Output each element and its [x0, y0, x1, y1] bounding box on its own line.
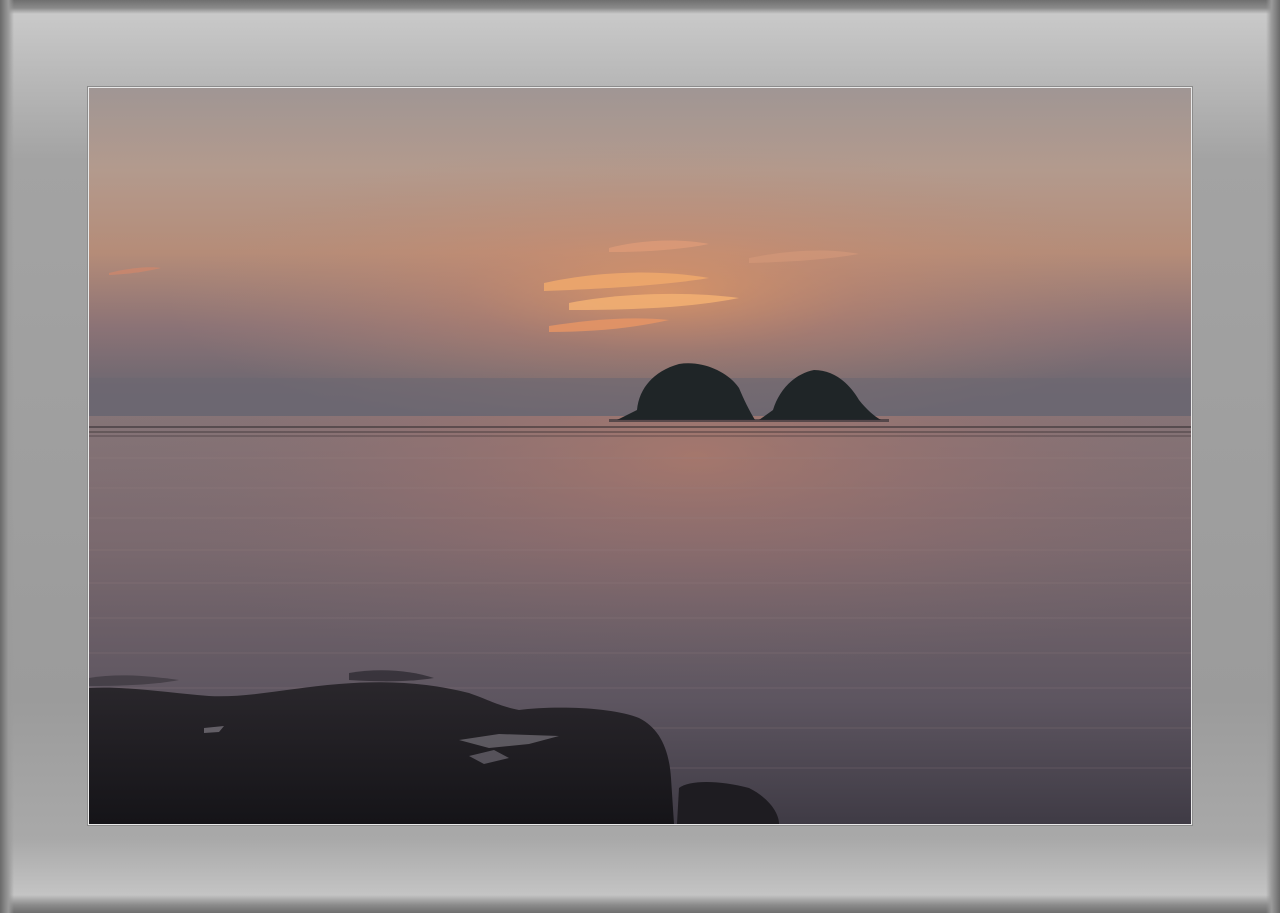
sunset-glow — [89, 88, 1191, 418]
islet-base-reflection — [609, 419, 889, 422]
photo-frame — [0, 0, 1280, 913]
frame-left-edge — [0, 0, 14, 913]
float-rows — [89, 426, 1191, 437]
frame-right-edge — [1266, 0, 1280, 913]
photograph — [88, 87, 1192, 825]
sunset-scene — [89, 88, 1191, 824]
